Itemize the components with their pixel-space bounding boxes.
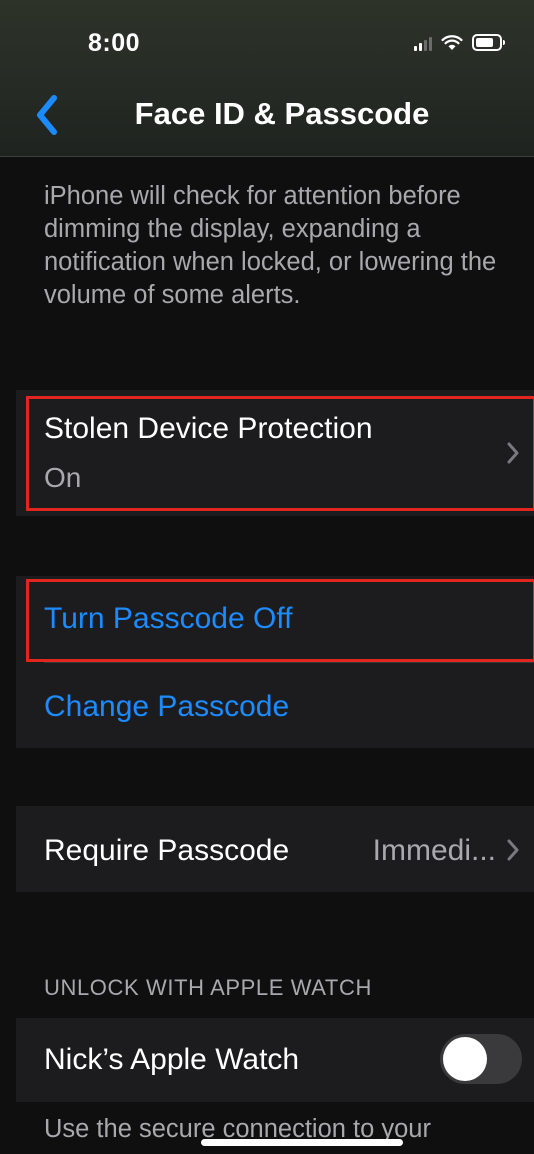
change-passcode-button[interactable]: Change Passcode xyxy=(44,690,289,724)
attention-description: iPhone will check for attention before d… xyxy=(44,182,497,309)
chevron-right-icon xyxy=(507,839,519,861)
require-passcode-row[interactable]: Require Passcode Immedi... xyxy=(16,806,534,892)
change-passcode-row[interactable]: Change Passcode xyxy=(16,662,534,748)
status-icons xyxy=(414,34,505,51)
home-indicator[interactable] xyxy=(201,1139,403,1146)
battery-icon xyxy=(472,34,505,51)
highlight-box-stolen-device xyxy=(26,396,534,511)
toggle-knob xyxy=(443,1037,487,1081)
apple-watch-toggle[interactable] xyxy=(440,1034,522,1084)
status-time: 8:00 xyxy=(88,29,141,57)
apple-watch-row: Nick’s Apple Watch xyxy=(16,1018,534,1102)
wifi-icon xyxy=(441,34,463,50)
cellular-signal-icon xyxy=(414,35,432,51)
require-passcode-label: Require Passcode xyxy=(44,834,290,867)
apple-watch-name: Nick’s Apple Watch xyxy=(44,1043,300,1076)
highlight-box-turn-passcode-off xyxy=(26,579,534,662)
page-title: Face ID & Passcode xyxy=(134,96,430,131)
section-header-apple-watch: UNLOCK WITH APPLE WATCH xyxy=(44,975,372,1000)
require-passcode-group: Require Passcode Immedi... xyxy=(16,806,534,892)
navigation-header: 8:00 Face ID & Passcode xyxy=(0,0,534,157)
apple-watch-group: Nick’s Apple Watch xyxy=(16,1018,534,1102)
require-passcode-value: Immedi... xyxy=(372,834,496,867)
